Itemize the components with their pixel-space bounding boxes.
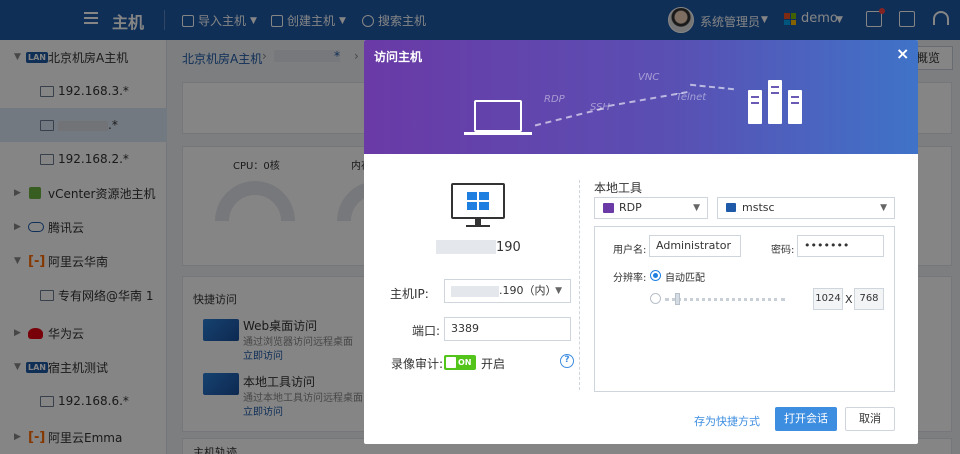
password-input[interactable]: ••••••• [797, 235, 884, 257]
record-audit-state: 开启 [481, 357, 506, 371]
port-input[interactable]: 3389 [444, 317, 571, 341]
resolution-separator: X [845, 293, 853, 306]
server-icon [788, 90, 802, 124]
mstsc-icon [726, 203, 736, 212]
windows-logo-icon [467, 192, 489, 210]
resolution-label: 分辨率: [613, 273, 647, 284]
client-select[interactable]: mstsc ▼ [717, 197, 895, 219]
host-ip-label: 主机IP: [390, 287, 429, 301]
resolution-height: 768 [854, 288, 884, 310]
auto-match-radio[interactable] [650, 270, 661, 281]
username-label: 用户名: [613, 245, 647, 256]
chevron-down-icon: ▼ [555, 286, 562, 296]
protocol-label: SSH [590, 102, 610, 113]
username-input[interactable]: Administrator [649, 235, 741, 257]
chevron-down-icon: ▼ [693, 203, 700, 213]
protocol-select[interactable]: RDP ▼ [594, 197, 708, 219]
protocol-label: RDP [544, 94, 565, 105]
connection-line [690, 83, 734, 91]
resolution-width: 1024 [813, 288, 843, 310]
local-tool-title: 本地工具 [594, 181, 643, 195]
dialog-title: 访问主机 [374, 50, 423, 64]
chevron-down-icon: ▼ [880, 203, 887, 213]
record-audit-label: 录像审计: [391, 357, 444, 371]
rdp-icon [603, 203, 614, 213]
masked-text [436, 240, 496, 254]
cancel-button[interactable]: 取消 [845, 407, 895, 431]
custom-resolution-radio[interactable] [650, 293, 661, 304]
open-session-button[interactable]: 打开会话 [775, 407, 837, 431]
close-icon[interactable]: × [896, 44, 909, 63]
password-label: 密码: [771, 245, 795, 256]
auto-match-label: 自动匹配 [665, 273, 705, 284]
laptop-icon [464, 100, 532, 135]
connection-config-panel: 用户名: Administrator 密码: ••••••• 分辨率: 自动匹配… [594, 226, 895, 392]
divider [579, 180, 580, 390]
protocol-label: Telnet [676, 92, 707, 103]
record-audit-toggle[interactable]: ON [444, 355, 476, 370]
masked-text [451, 285, 499, 297]
slider-handle[interactable] [675, 293, 680, 305]
host-ip-display: 190 [496, 240, 521, 255]
host-ip-select[interactable]: .190（内） ▼ [444, 279, 571, 303]
resolution-slider[interactable] [665, 298, 785, 301]
port-label: 端口: [412, 324, 441, 338]
monitor-stand [475, 219, 481, 225]
save-shortcut-link[interactable]: 存为快捷方式 [694, 413, 760, 429]
server-icon [748, 90, 762, 124]
windows-monitor-icon [451, 183, 505, 227]
protocol-label: VNC [638, 72, 660, 83]
server-icon [768, 80, 782, 124]
dialog-banner: 访问主机 × RDP SSH VNC Telnet [364, 40, 918, 154]
access-host-dialog: 访问主机 × RDP SSH VNC Telnet 190 主机IP: .190… [364, 40, 918, 444]
help-icon[interactable]: ? [560, 354, 574, 368]
